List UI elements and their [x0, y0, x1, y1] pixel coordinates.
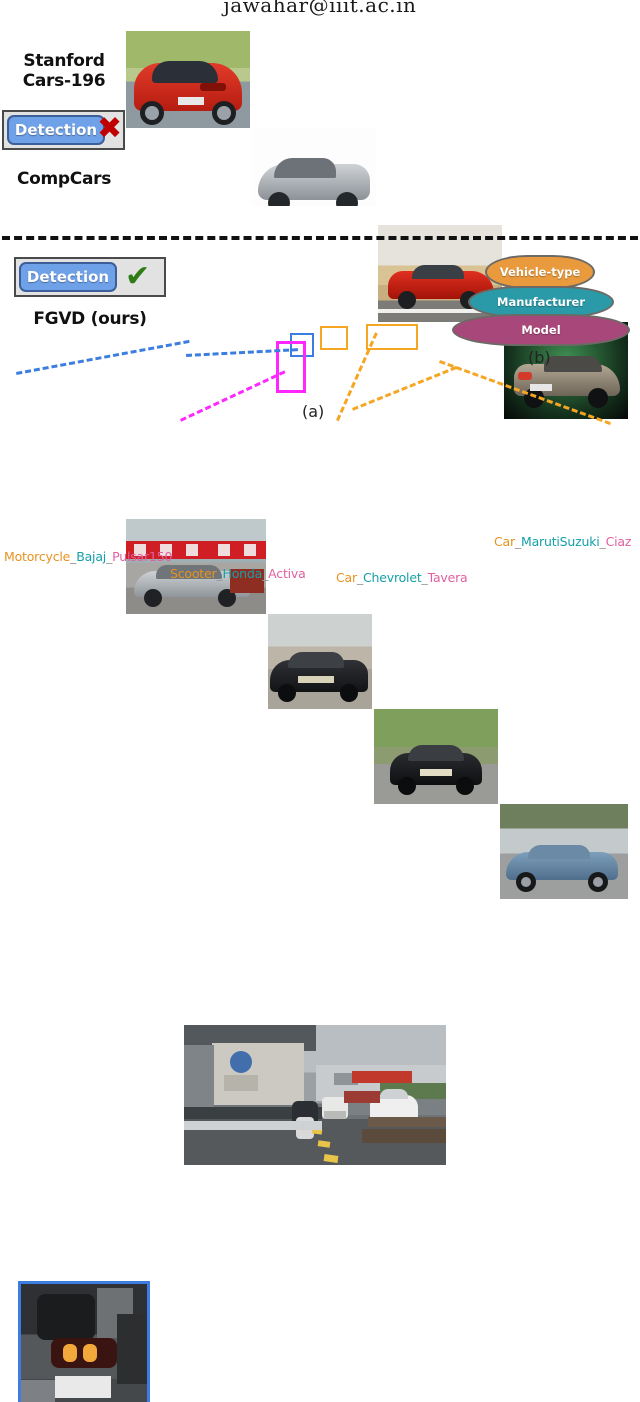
section-divider [2, 236, 638, 240]
label-part-model: Pulsar150 [112, 549, 173, 564]
sample-image-stanford-1 [126, 31, 250, 128]
hierarchy-tier-vehicle-type: Vehicle-type [485, 255, 595, 289]
sample-image-stanford-2 [252, 128, 376, 225]
hierarchy-tier-label: Model [521, 323, 561, 337]
detection-badge-pass[interactable]: Detection ✔ [14, 257, 166, 297]
label-part-type: Car [336, 570, 357, 585]
dataset-label-compcars: CompCars [16, 169, 112, 189]
scene-caption-a: (a) [302, 402, 325, 421]
connector-blue-1 [16, 339, 190, 375]
dataset-label-line2: Cars-196 [22, 70, 106, 91]
method-label-fgvd: FGVD (ours) [33, 309, 147, 329]
crop-label-ciaz: Car_MarutiSuzuki_Ciaz [494, 534, 631, 549]
scene-box-tavera [320, 326, 348, 350]
label-part-model: Activa [268, 566, 306, 581]
hierarchy-tier-label: Vehicle-type [499, 265, 581, 279]
detection-pill-label-pass[interactable]: Detection [19, 262, 117, 292]
crop-label-motorcycle: Motorcycle_Bajaj_Pulsar150 [4, 549, 172, 564]
label-part-model: Ciaz [605, 534, 632, 549]
connector-magenta [180, 370, 286, 422]
label-part-type: Motorcycle [4, 549, 71, 564]
crop-label-scooter: Scooter_Honda_Activa [170, 566, 306, 581]
label-part-manufacturer: MarutiSuzuki [521, 534, 600, 549]
hierarchy-tier-label: Manufacturer [497, 295, 585, 309]
label-part-manufacturer: Bajaj [76, 549, 107, 564]
label-part-type: Scooter [170, 566, 217, 581]
dataset-label-line1: Stanford [23, 51, 105, 71]
author-email: jawahar@iiit.ac.in [223, 0, 417, 17]
hierarchy-caption-b: (b) [528, 348, 551, 367]
detection-pill-label[interactable]: Detection [7, 115, 105, 145]
label-part-manufacturer: Chevrolet [363, 570, 422, 585]
sample-image-compcars-3 [374, 709, 498, 804]
connector-orange-mid [352, 366, 457, 411]
crop-image-motorcycle [18, 1281, 150, 1402]
hierarchy-tier-model: Model [452, 314, 630, 346]
sample-image-compcars-4 [500, 804, 628, 899]
street-scene-image [184, 1025, 446, 1165]
check-icon: ✔ [125, 259, 151, 294]
dataset-label-stanford-cars: Stanford Cars-196 [8, 51, 120, 91]
cross-icon: ✖ [97, 111, 123, 146]
sample-image-compcars-2 [268, 614, 372, 709]
crop-label-tavera: Car_Chevrolet_Tavera [336, 570, 468, 585]
label-part-type: Car [494, 534, 515, 549]
label-part-manufacturer: Honda [222, 566, 263, 581]
label-part-model: Tavera [427, 570, 468, 585]
